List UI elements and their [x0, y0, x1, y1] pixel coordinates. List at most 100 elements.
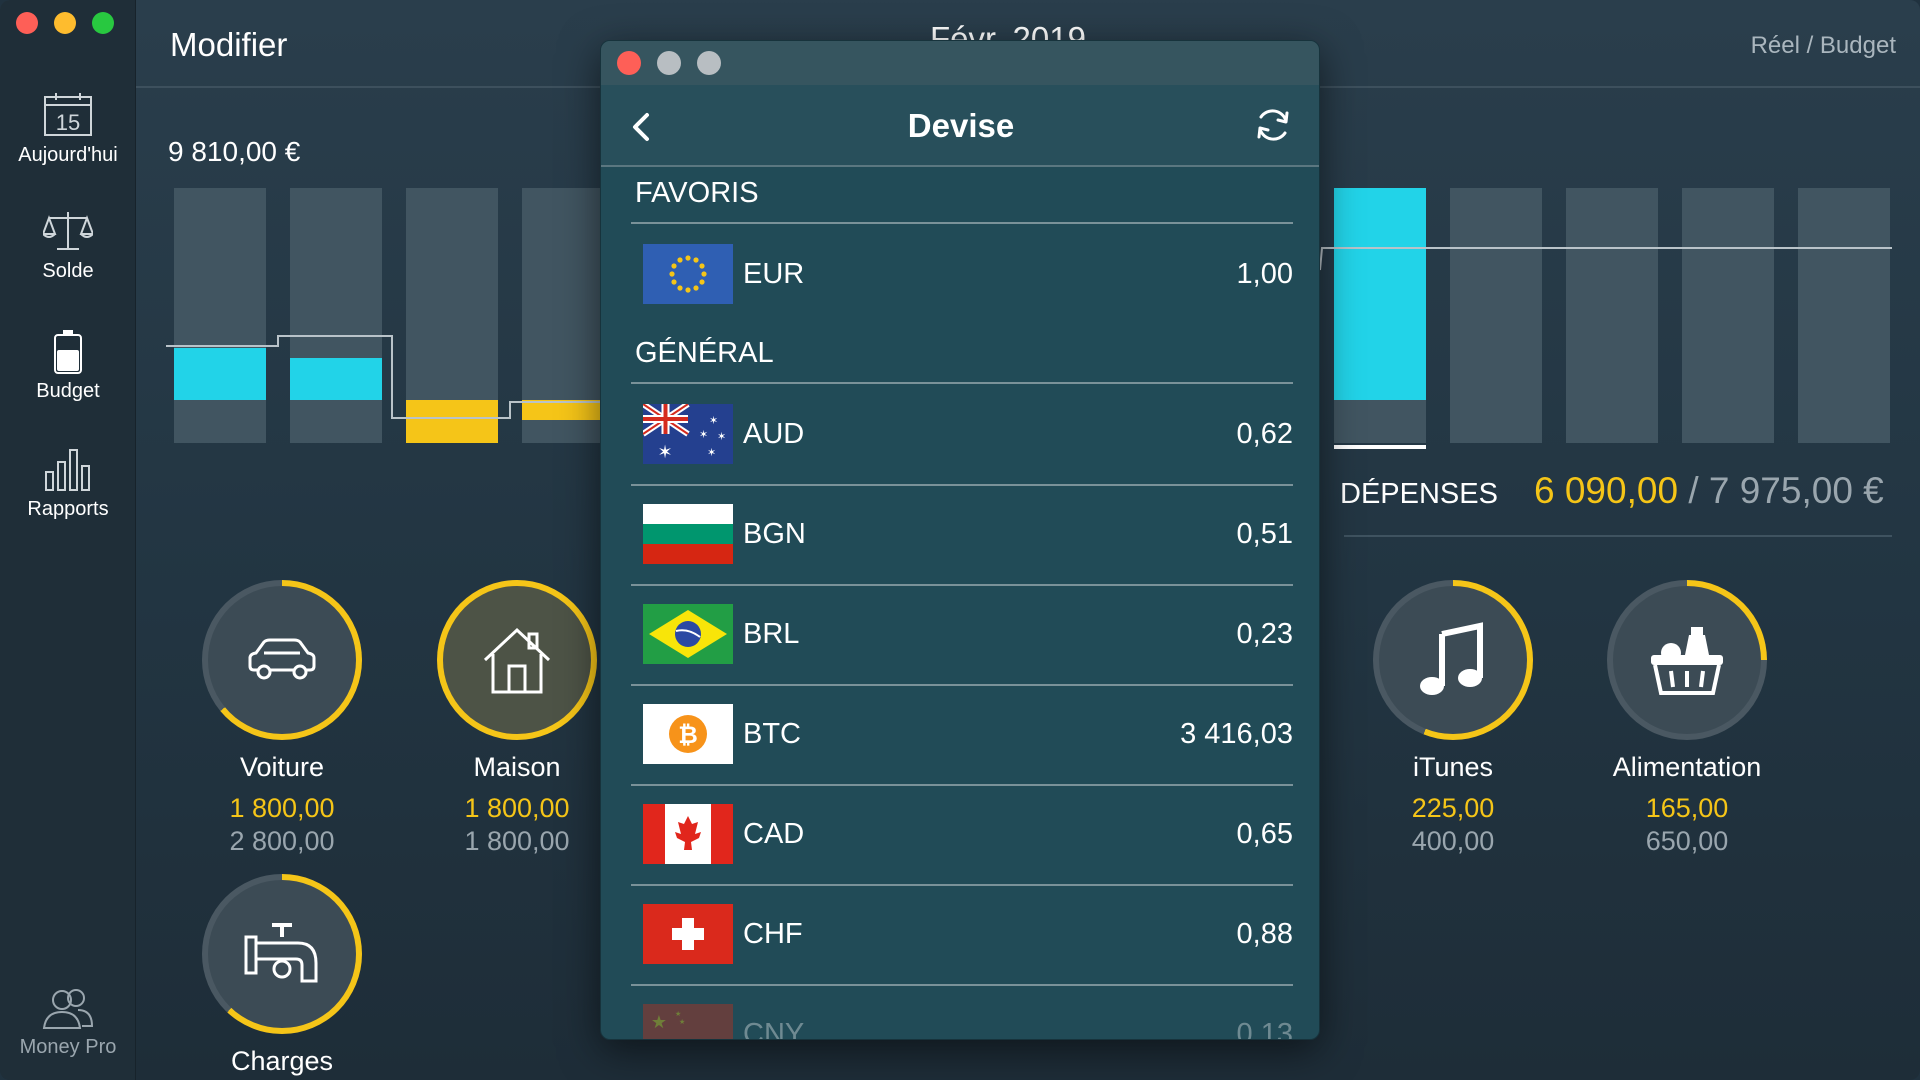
car-icon — [248, 638, 316, 680]
house-icon — [483, 627, 551, 694]
window-controls — [16, 12, 114, 34]
currency-code: CHF — [743, 918, 803, 950]
month-bar[interactable] — [1566, 188, 1658, 443]
svg-text:✶: ✶ — [717, 431, 726, 443]
minimize-window-button[interactable] — [54, 12, 76, 34]
currency-row-eur[interactable]: EUR 1,00 — [631, 226, 1293, 324]
category-name: Voiture — [239, 752, 325, 782]
svg-text:✶: ✶ — [657, 442, 672, 462]
bulgaria-flag-icon — [643, 504, 733, 564]
svg-text:✶: ✶ — [699, 429, 708, 441]
currency-rate: 0,65 — [1236, 818, 1293, 850]
category-budget: 2 800,00 — [229, 826, 335, 856]
brazil-flag-icon — [643, 604, 733, 664]
currency-row-aud[interactable]: ✶ ✶ ✶ ✶ ✶ AUD 0,62 — [631, 386, 1293, 484]
china-flag-icon: ★ ★ ★ — [643, 1004, 733, 1039]
currency-code: BGN — [743, 518, 806, 550]
expenses-values: 6 090,00 / 7 975,00 € — [1534, 470, 1884, 512]
month-bar-current[interactable] — [1334, 188, 1426, 443]
svg-text:✶: ✶ — [709, 415, 718, 427]
sidebar-item-label: Budget — [36, 380, 100, 402]
month-bar[interactable] — [1798, 188, 1890, 443]
sidebar-item-today[interactable]: 15 Aujourd'hui — [0, 92, 136, 167]
month-bar[interactable] — [1682, 188, 1774, 443]
currency-row-cny[interactable]: ★ ★ ★ CNY 0,13 — [631, 986, 1293, 1040]
category-spent: 165,00 — [1645, 793, 1729, 823]
category-utilities[interactable]: Charges — [182, 874, 382, 1077]
australia-flag-icon: ✶ ✶ ✶ ✶ ✶ — [643, 404, 733, 464]
sidebar-item-budget[interactable]: Budget — [0, 330, 136, 403]
app-window: 15 Aujourd'hui Solde Budget Rapports Mon… — [0, 0, 1920, 1080]
dialog-minimize-button[interactable] — [657, 51, 681, 75]
sidebar-item-balance[interactable]: Solde — [0, 208, 136, 283]
currency-rate: 3 416,03 — [1180, 718, 1293, 750]
svg-text:★: ★ — [651, 1012, 667, 1032]
edit-button[interactable]: Modifier — [170, 26, 287, 64]
svg-text:✶: ✶ — [707, 447, 716, 459]
progress-ring — [437, 580, 597, 740]
expenses-spent: 6 090,00 — [1534, 470, 1679, 511]
expenses-label: DÉPENSES — [1340, 478, 1498, 510]
progress-ring — [202, 874, 362, 1034]
currency-code: EUR — [743, 258, 805, 290]
category-budget: 1 800,00 — [464, 826, 570, 856]
currency-row-cad[interactable]: CAD 0,65 — [631, 786, 1293, 884]
sidebar-item-label: Aujourd'hui — [18, 144, 118, 166]
category-name: Alimentation — [1612, 752, 1762, 782]
currency-rate: 1,00 — [1236, 258, 1293, 290]
category-itunes[interactable]: iTunes 225,00 400,00 — [1353, 580, 1553, 857]
currency-row-chf[interactable]: CHF 0,88 — [631, 886, 1293, 984]
divider — [631, 222, 1293, 224]
progress-ring — [202, 580, 362, 740]
category-house[interactable]: Maison 1 800,00 1 800,00 — [417, 580, 617, 857]
current-month-indicator — [1334, 445, 1426, 449]
month-bar[interactable] — [1450, 188, 1542, 443]
svg-text:★: ★ — [675, 1010, 681, 1018]
currency-code: CAD — [743, 818, 805, 850]
sidebar-item-label: Solde — [42, 260, 94, 282]
currency-code: BRL — [743, 618, 800, 650]
category-spent: 225,00 — [1411, 793, 1495, 823]
sidebar-item-label: Rapports — [27, 498, 109, 520]
music-note-icon — [1420, 622, 1483, 695]
budget-line-right — [1320, 247, 1892, 271]
expenses-budget: / 7 975,00 € — [1688, 470, 1884, 511]
water-tap-icon — [244, 923, 318, 983]
battery-icon — [54, 330, 82, 374]
budget-line — [166, 335, 606, 419]
progress-ring — [1607, 580, 1767, 740]
dialog-header: Devise — [601, 85, 1319, 167]
currency-row-brl[interactable]: BRL 0,23 — [631, 586, 1293, 684]
category-name: Maison — [473, 752, 561, 782]
currency-code: BTC — [743, 718, 801, 750]
close-window-button[interactable] — [16, 12, 38, 34]
currency-row-btc[interactable]: ₿ BTC 3 416,03 — [631, 686, 1293, 784]
sidebar: 15 Aujourd'hui Solde Budget Rapports Mon… — [0, 0, 136, 1080]
svg-text:★: ★ — [679, 1018, 685, 1026]
general-section-label: GÉNÉRAL — [635, 337, 774, 369]
dialog-window-controls — [617, 51, 721, 75]
actual-budget-toggle[interactable]: Réel / Budget — [1751, 32, 1896, 60]
canada-flag-icon — [643, 804, 733, 864]
dialog-zoom-button[interactable] — [697, 51, 721, 75]
dialog-close-button[interactable] — [617, 51, 641, 75]
category-budget: 650,00 — [1645, 826, 1729, 856]
sidebar-footer-label: Money Pro — [19, 1036, 117, 1058]
divider — [631, 382, 1293, 384]
category-spent: 1 800,00 — [229, 793, 335, 823]
category-car[interactable]: Voiture 1 800,00 2 800,00 — [182, 580, 382, 857]
sidebar-footer-money-pro[interactable]: Money Pro — [0, 988, 136, 1059]
favorites-section-label: FAVORIS — [635, 177, 759, 209]
dialog-title: Devise — [907, 107, 1015, 144]
bar-chart-icon — [45, 449, 90, 491]
currency-rate: 0,88 — [1236, 918, 1293, 950]
category-groceries[interactable]: Alimentation 165,00 650,00 — [1587, 580, 1787, 857]
currency-dialog: Devise FAVORIS EUR 1,00 GÉNÉRAL ✶ ✶ ✶ ✶ … — [600, 40, 1320, 1040]
grocery-basket-icon — [1651, 627, 1723, 695]
sidebar-item-reports[interactable]: Rapports — [0, 446, 136, 521]
currency-rate: 0,62 — [1236, 418, 1293, 450]
currency-row-bgn[interactable]: BGN 0,51 — [631, 486, 1293, 584]
currency-rate: 0,13 — [1236, 1018, 1293, 1040]
zoom-window-button[interactable] — [92, 12, 114, 34]
refresh-icon[interactable] — [1253, 105, 1293, 145]
